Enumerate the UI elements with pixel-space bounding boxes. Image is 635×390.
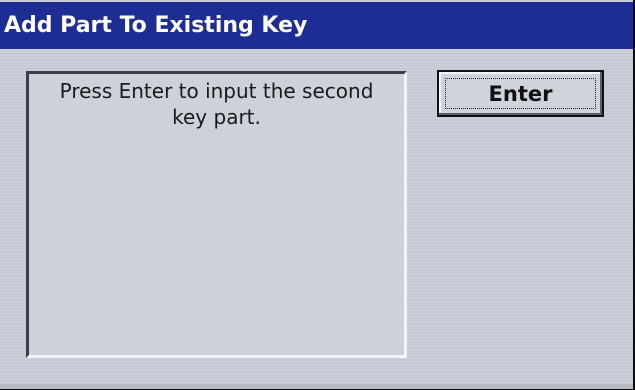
focus-rectangle: Enter [445,78,596,109]
message-panel: Press Enter to input the second key part… [26,71,407,358]
enter-button-label: Enter [488,81,553,106]
enter-button[interactable]: Enter [437,70,604,117]
message-line-1: Press Enter to input the second [59,79,374,103]
title-bar: Add Part To Existing Key [0,2,633,49]
message-line-2: key part. [172,105,261,129]
message-text: Press Enter to input the second key part… [29,78,404,130]
bottom-edge [0,384,633,389]
dialog-window: Add Part To Existing Key Press Enter to … [0,0,633,389]
window-title: Add Part To Existing Key [4,13,308,38]
